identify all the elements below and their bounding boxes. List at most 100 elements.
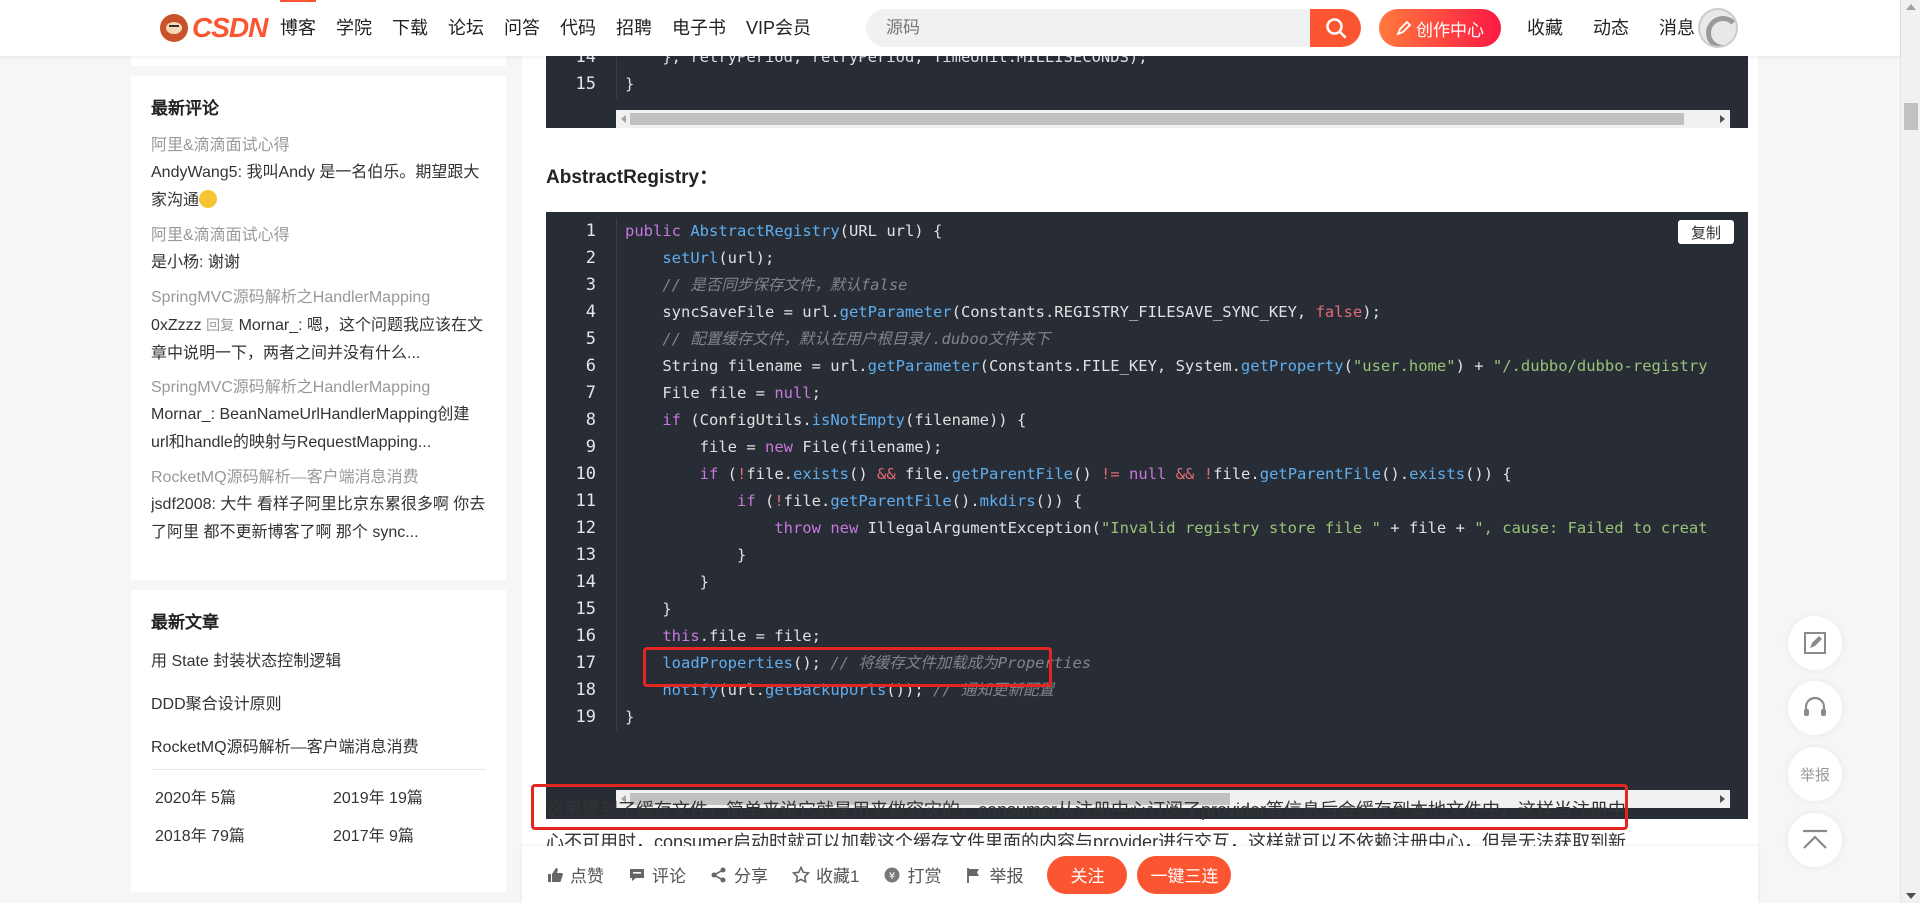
scroll-right-icon[interactable] <box>1720 115 1725 123</box>
back-to-top-button[interactable] <box>1788 813 1842 867</box>
code-line: 16 this.file = file; <box>546 623 1748 650</box>
search-box <box>866 9 1361 47</box>
header-tools: 收藏 动态 消息 <box>1512 0 1710 56</box>
code-line: 4 syncSaveFile = url.getParameter(Consta… <box>546 299 1748 326</box>
line-number: 4 <box>585 302 596 322</box>
code-line: 5 // 配置缓存文件，默认在用户根目录/.duboo文件夹下 <box>546 326 1748 353</box>
nav-item-download[interactable]: 下载 <box>382 0 438 56</box>
code-line: 18 notify(url.getBackupUrls()); // 通知更新配… <box>546 677 1748 704</box>
archive-item[interactable]: 2019年 19篇 <box>333 784 493 808</box>
scroll-up-icon[interactable] <box>1906 4 1916 10</box>
search-button[interactable] <box>1310 9 1361 47</box>
code-line: 15 } <box>546 596 1748 623</box>
nav-item-blog[interactable]: 博客 <box>270 0 326 56</box>
edit-float-button[interactable] <box>1788 616 1842 670</box>
code-text: if (!file.getParentFile().mkdirs()) { <box>616 488 1748 515</box>
latest-comments-title: 最新评论 <box>151 99 219 118</box>
line-number: 5 <box>585 329 596 349</box>
page-scroll-thumb[interactable] <box>1904 103 1918 130</box>
code-block-abstract-registry: 复制 1 public AbstractRegistry(URL url) { 2… <box>546 212 1748 819</box>
article-action-bar: 点赞 评论 分享 收藏1 ¥ 打赏 举报 关注 一键三连 <box>522 846 1758 903</box>
comment-item[interactable]: 阿里&滴滴面试心得 是小杨: 谢谢 <box>151 223 486 277</box>
article-link[interactable]: DDD聚合设计原则 <box>151 694 486 716</box>
code-text: // 配置缓存文件，默认在用户根目录/.duboo文件夹下 <box>616 326 1748 353</box>
comment-article-title[interactable]: SpringMVC源码解析之HandlerMapping <box>151 285 486 311</box>
scroll-down-icon[interactable] <box>1906 893 1916 899</box>
report-float-button[interactable]: 举报 <box>1788 747 1842 801</box>
nav-item-qa[interactable]: 问答 <box>494 0 550 56</box>
code-line: 3 // 是否同步保存文件，默认false <box>546 272 1748 299</box>
nav-item-jobs[interactable]: 招聘 <box>606 0 662 56</box>
back-to-top-icon <box>1803 829 1827 849</box>
line-number: 14 <box>575 572 596 592</box>
scroll-thumb[interactable] <box>630 113 1684 125</box>
share-icon <box>711 867 726 882</box>
report-float-label: 举报 <box>1799 766 1830 784</box>
comment-item[interactable]: RocketMQ源码解析—客户端消息消费 jsdf2008: 大牛 看样子阿里比… <box>151 465 486 547</box>
code-line: 14 } <box>546 569 1748 596</box>
comment-body: Mornar_: BeanNameUrlHandlerMapping创建url和… <box>151 406 470 451</box>
code-text: } <box>616 596 1748 623</box>
line-number: 1 <box>585 221 596 241</box>
article-link[interactable]: 用 State 封装状态控制逻辑 <box>151 651 486 673</box>
favorites-link[interactable]: 收藏 <box>1512 0 1578 56</box>
comment-article-title[interactable]: RocketMQ源码解析—客户端消息消费 <box>151 465 486 491</box>
main-nav: 博客 学院 下载 论坛 问答 代码 招聘 电子书 VIP会员 <box>270 0 821 56</box>
archive-item[interactable]: 2017年 9篇 <box>333 822 493 846</box>
line-number: 2 <box>585 248 596 268</box>
comment-article-title[interactable]: SpringMVC源码解析之HandlerMapping <box>151 375 486 401</box>
code-text: if (ConfigUtils.isNotEmpty(filename)) { <box>616 407 1748 434</box>
like-action[interactable]: 点赞 <box>546 862 604 887</box>
comment-body: 是小杨: 谢谢 <box>151 254 240 271</box>
comment-item[interactable]: 阿里&滴滴面试心得 AndyWang5: 我叫Andy 是一名伯乐。期望跟大家沟… <box>151 133 486 215</box>
share-action[interactable]: 分享 <box>710 862 768 887</box>
follow-button[interactable]: 关注 <box>1047 855 1128 894</box>
create-center-button[interactable]: 创作中心 <box>1379 9 1501 47</box>
paragraph-line: 这里提到了缓存文件，简单来说它就是用来做容灾的，consumer从注册中心订阅了… <box>546 800 1627 820</box>
divider <box>151 769 486 770</box>
article-link[interactable]: RocketMQ源码解析—客户端消息消费 <box>151 737 486 759</box>
code-line: 7 File file = null; <box>546 380 1748 407</box>
archive-item[interactable]: 2020年 5篇 <box>155 784 333 808</box>
activity-link[interactable]: 动态 <box>1578 0 1644 56</box>
line-number: 11 <box>575 491 596 511</box>
comment-action[interactable]: 评论 <box>628 862 686 887</box>
grin-emoji-icon <box>199 190 218 208</box>
report-action[interactable]: 举报 <box>965 862 1023 887</box>
csdn-logo-icon <box>160 14 188 42</box>
line-number: 14 <box>575 56 596 67</box>
code-text: } <box>616 71 1748 98</box>
nav-item-ebook[interactable]: 电子书 <box>662 0 736 56</box>
code-line: 19} <box>546 704 1748 731</box>
comment-item[interactable]: SpringMVC源码解析之HandlerMapping Mornar_: Be… <box>151 375 486 457</box>
favorite-action[interactable]: 收藏1 <box>792 862 859 887</box>
triple-action-button[interactable]: 一键三连 <box>1137 855 1232 894</box>
line-number: 3 <box>585 275 596 295</box>
copy-button[interactable]: 复制 <box>1678 220 1734 244</box>
page-scrollbar[interactable] <box>1900 0 1920 903</box>
top-navbar: CSDN 博客 学院 下载 论坛 问答 代码 招聘 电子书 VIP会员 创作中心… <box>0 0 1900 56</box>
comment-article-title[interactable]: 阿里&滴滴面试心得 <box>151 133 486 159</box>
favorite-label: 收藏1 <box>816 867 860 886</box>
customer-service-float-button[interactable] <box>1788 681 1842 735</box>
csdn-logo[interactable]: CSDN <box>160 12 268 44</box>
nav-item-code[interactable]: 代码 <box>550 0 606 56</box>
scroll-left-icon[interactable] <box>621 115 626 123</box>
code-text: // 是否同步保存文件，默认false <box>616 272 1748 299</box>
code-horizontal-scrollbar[interactable] <box>616 110 1730 128</box>
nav-item-academy[interactable]: 学院 <box>326 0 382 56</box>
comment-item[interactable]: SpringMVC源码解析之HandlerMapping 0xZzzz 回复 M… <box>151 285 486 367</box>
comment-article-title[interactable]: 阿里&滴滴面试心得 <box>151 223 486 249</box>
code-block-previous: 14 }, retryPeriod, retryPeriod, TimeUnit… <box>546 56 1748 128</box>
user-avatar[interactable] <box>1698 8 1738 48</box>
reward-action[interactable]: ¥ 打赏 <box>883 862 941 887</box>
code-line: 2 setUrl(url); <box>546 245 1748 272</box>
nav-item-forum[interactable]: 论坛 <box>438 0 494 56</box>
code-line: 14 }, retryPeriod, retryPeriod, TimeUnit… <box>546 56 1748 71</box>
article-content: 14 }, retryPeriod, retryPeriod, TimeUnit… <box>522 56 1758 903</box>
search-input[interactable] <box>866 9 1310 47</box>
nav-item-vip[interactable]: VIP会员 <box>736 0 821 56</box>
code-text: String filename = url.getParameter(Const… <box>616 353 1748 380</box>
archive-item[interactable]: 2018年 79篇 <box>155 822 333 846</box>
code-line: 6 String filename = url.getParameter(Con… <box>546 353 1748 380</box>
